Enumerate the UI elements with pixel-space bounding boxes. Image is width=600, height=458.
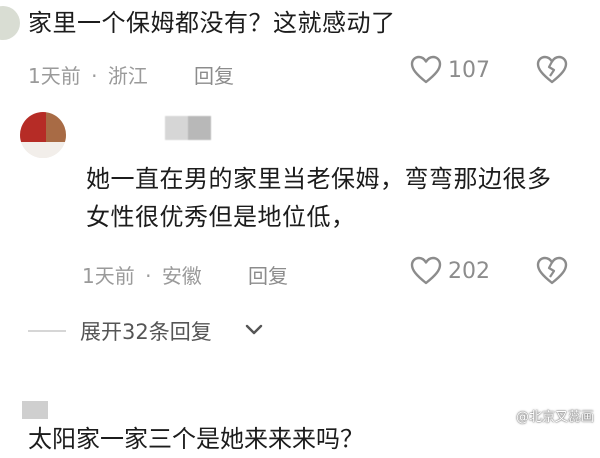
- reply-button[interactable]: 回复: [194, 60, 234, 89]
- comment-text: 太阳家一家三个是她来来来吗？: [28, 425, 364, 453]
- meta-separator: ·: [91, 64, 98, 88]
- like-button[interactable]: 107: [410, 55, 490, 85]
- comment-location: 浙江: [107, 64, 148, 88]
- avatar[interactable]: [20, 112, 66, 158]
- comment-meta: 1天前 · 浙江: [28, 60, 148, 89]
- username-blurred: [22, 401, 48, 419]
- chevron-down-icon[interactable]: [244, 320, 264, 340]
- like-count: 202: [448, 258, 490, 284]
- like-button[interactable]: 202: [410, 256, 490, 286]
- avatar[interactable]: [0, 6, 20, 40]
- username-blurred: [165, 116, 211, 140]
- comment-location: 安徽: [161, 264, 202, 288]
- reply-button[interactable]: 回复: [248, 260, 288, 289]
- comment-meta: 1天前 · 安徽: [82, 260, 202, 289]
- expand-divider: [28, 330, 66, 332]
- comment-text: 她一直在男的家里当老保姆，弯弯那边很多女性很优秀但是地位低，: [86, 165, 552, 231]
- heart-icon: [410, 256, 442, 286]
- watermark: @北京叉蕊画: [515, 410, 594, 425]
- expand-replies-button[interactable]: 展开32条回复: [80, 316, 212, 346]
- like-count: 107: [448, 57, 490, 83]
- comment-time: 1天前: [82, 264, 135, 288]
- comment-text: 家里一个保姆都没有？这就感动了: [28, 9, 396, 37]
- meta-separator: ·: [145, 264, 152, 288]
- comment-time: 1天前: [28, 64, 81, 88]
- heart-icon: [410, 55, 442, 85]
- broken-heart-icon[interactable]: [536, 256, 568, 286]
- broken-heart-icon[interactable]: [536, 55, 568, 85]
